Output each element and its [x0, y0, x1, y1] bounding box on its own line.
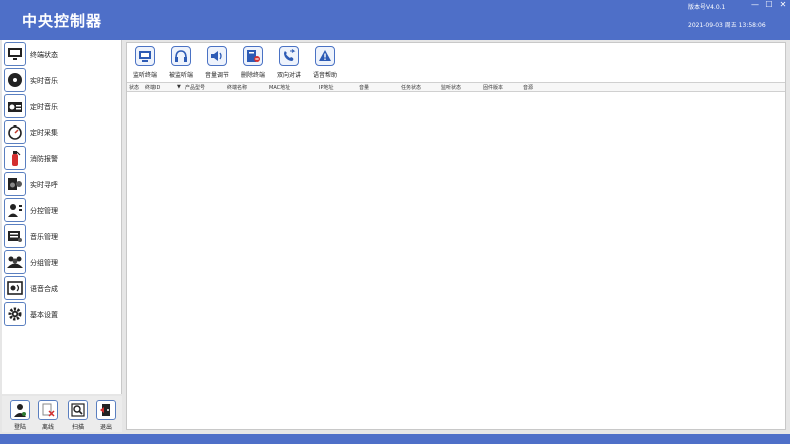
sidebar-item-label: 定时音乐 [30, 103, 58, 111]
toolbar: 监听终端 被监听端 音量调节 删除终端 双向对讲 语音帮助 [127, 43, 785, 81]
delete-terminal-icon [243, 46, 263, 66]
sidebar-item-music-management[interactable]: 音乐管理 [2, 224, 122, 250]
close-button[interactable]: ✕ [776, 0, 790, 10]
sidebar-item-fire-alarm[interactable]: 消防报警 [2, 146, 122, 172]
sidebar-item-group-management[interactable]: 分组管理 [2, 250, 122, 276]
monitor-icon [4, 42, 26, 66]
sidebar-item-label: 语音合成 [30, 285, 58, 293]
sidebar-item-basic-settings[interactable]: 基本设置 [2, 302, 122, 328]
offline-button[interactable]: 离线 [34, 400, 62, 432]
bottom-toolbar: 登陆 离线 扫描 退出 [2, 396, 122, 432]
main-panel: 监听终端 被监听端 音量调节 删除终端 双向对讲 语音帮助 状态 终端ID ▼ … [126, 42, 786, 430]
app-window: 中央控制器 版本号V4.0.1 2021-09-03 周五 13:58:06 —… [0, 0, 790, 444]
intercom-icon [279, 46, 299, 66]
tts-icon [4, 276, 26, 300]
exit-icon [96, 400, 116, 420]
sidebar-item-scheduled-music[interactable]: 定时音乐 [2, 94, 122, 120]
exit-button[interactable]: 退出 [92, 400, 120, 432]
radio-icon [4, 94, 26, 118]
column-terminal-id[interactable]: 终端ID [145, 84, 160, 91]
voice-help-button[interactable]: 语音帮助 [307, 46, 343, 80]
sidebar-item-sub-control-management[interactable]: 分控管理 [2, 198, 122, 224]
column-task-status[interactable]: 任务状态 [401, 84, 421, 91]
column-audio-source[interactable]: 音源 [523, 84, 533, 91]
sidebar-item-label: 终端状态 [30, 51, 58, 59]
column-status[interactable]: 状态 [129, 84, 139, 91]
help-warning-icon [315, 46, 335, 66]
exit-label: 退出 [99, 424, 112, 431]
sidebar-item-realtime-music[interactable]: 实时音乐 [2, 68, 122, 94]
volume-icon [207, 46, 227, 66]
offline-icon [38, 400, 58, 420]
sort-arrow-icon[interactable]: ▼ [177, 84, 181, 90]
column-volume[interactable]: 音量 [359, 84, 369, 91]
column-mac-address[interactable]: MAC地址 [269, 84, 290, 91]
column-terminal-name[interactable]: 终端名称 [227, 84, 247, 91]
column-product-model[interactable]: 产品型号 [185, 84, 205, 91]
sidebar-item-label: 实时寻呼 [30, 181, 58, 189]
gear-icon [4, 302, 26, 326]
version-label: 版本号V4.0.1 [688, 4, 726, 11]
sidebar-item-speech-synthesis[interactable]: 语音合成 [2, 276, 122, 302]
title-bar: 中央控制器 版本号V4.0.1 2021-09-03 周五 13:58:06 —… [0, 0, 790, 40]
login-label: 登陆 [13, 424, 26, 431]
column-ip-address[interactable]: IP地址 [319, 84, 334, 91]
user-control-icon [4, 198, 26, 222]
sidebar-item-scheduled-capture[interactable]: 定时采集 [2, 120, 122, 146]
scan-button[interactable]: 扫描 [64, 400, 92, 432]
fire-extinguisher-icon [4, 146, 26, 170]
sidebar-item-realtime-paging[interactable]: 实时寻呼 [2, 172, 122, 198]
monitor-terminal-icon [135, 46, 155, 66]
speaker-icon [4, 172, 26, 196]
column-monitor-status[interactable]: 监听状态 [441, 84, 461, 91]
music-disc-icon [4, 68, 26, 92]
column-firmware-version[interactable]: 固件版本 [483, 84, 503, 91]
datetime-label: 2021-09-03 周五 13:58:06 [688, 22, 766, 29]
minimize-button[interactable]: — [748, 0, 762, 10]
offline-label: 离线 [41, 424, 54, 431]
sidebar-item-label: 消防报警 [30, 155, 58, 163]
terminal-table-body[interactable] [127, 93, 785, 429]
login-user-icon [10, 400, 30, 420]
sidebar-item-label: 实时音乐 [30, 77, 58, 85]
headset-icon [171, 46, 191, 66]
sidebar-item-label: 分控管理 [30, 207, 58, 215]
sidebar: 终端状态 实时音乐 定时音乐 定时采集 消防报警 实时寻呼 分控管理 音乐管理 … [2, 40, 122, 394]
sidebar-item-label: 基本设置 [30, 311, 58, 319]
table-header: 状态 终端ID ▼ 产品型号 终端名称 MAC地址 IP地址 音量 任务状态 监… [127, 82, 785, 92]
group-icon [4, 250, 26, 274]
app-title: 中央控制器 [22, 12, 103, 30]
sidebar-item-label: 分组管理 [30, 259, 58, 267]
music-manage-icon [4, 224, 26, 248]
sidebar-item-label: 音乐管理 [30, 233, 58, 241]
sidebar-item-terminal-status[interactable]: 终端状态 [2, 42, 122, 68]
voice-help-label: 语音帮助 [312, 72, 337, 79]
stopwatch-icon [4, 120, 26, 144]
scan-label: 扫描 [71, 424, 84, 431]
sidebar-item-label: 定时采集 [30, 129, 58, 137]
status-bar [0, 434, 790, 444]
scan-icon [68, 400, 88, 420]
login-button[interactable]: 登陆 [6, 400, 34, 432]
maximize-button[interactable]: ☐ [762, 0, 776, 10]
